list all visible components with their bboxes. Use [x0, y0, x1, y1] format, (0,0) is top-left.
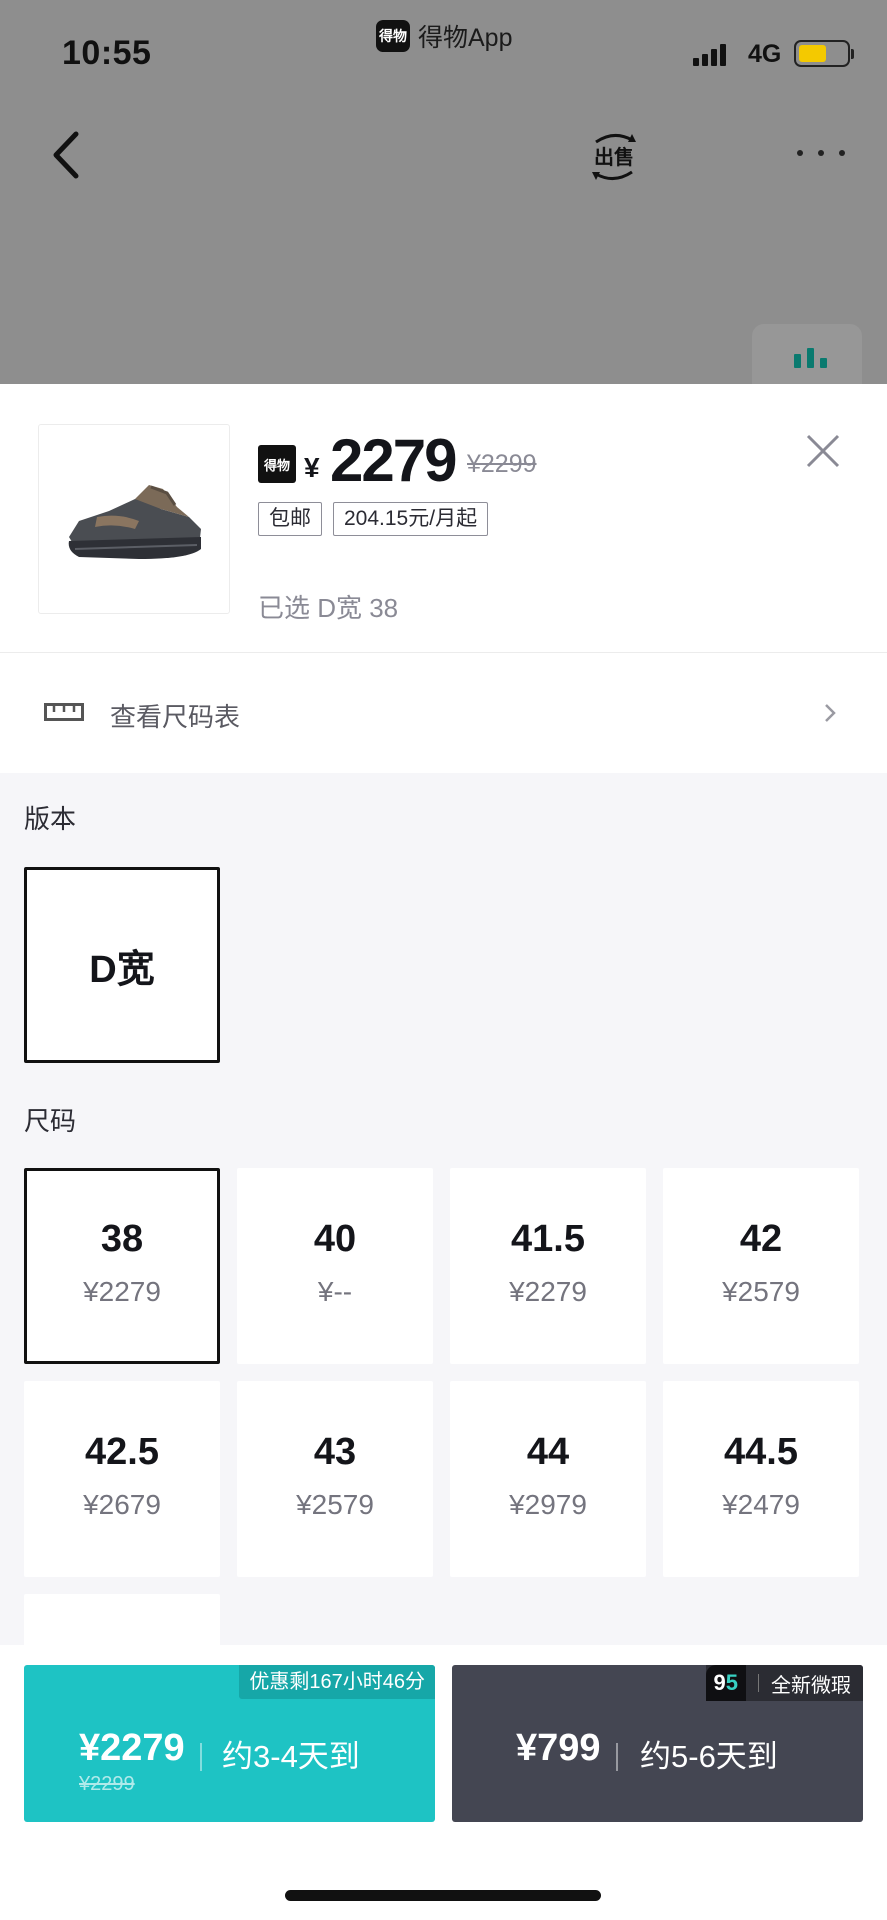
buy-fast-button[interactable]: 优惠剩167小时46分 ¥2279 ¥2299 约3-4天到: [24, 1665, 435, 1822]
size-value: 41.5: [511, 1218, 585, 1260]
size-option[interactable]: 44.5 ¥2479: [663, 1381, 859, 1577]
close-icon[interactable]: [800, 428, 846, 474]
network-type: 4G: [748, 40, 782, 68]
size-price: ¥2579: [296, 1489, 374, 1520]
fast-eta: 约3-4天到: [222, 1739, 360, 1774]
buy-used-button[interactable]: 95 全新微瑕 ¥799 约5-6天到: [452, 1665, 863, 1822]
size-price: ¥2279: [83, 1276, 161, 1307]
sell-label: 出售: [594, 145, 634, 169]
home-indicator[interactable]: [285, 1890, 601, 1901]
purchase-bar: 优惠剩167小时46分 ¥2279 ¥2299 约3-4天到 95 全新微瑕 ¥…: [0, 1645, 887, 1920]
size-chart-link[interactable]: 查看尺码表: [0, 653, 887, 773]
size-value: 42.5: [85, 1431, 159, 1473]
size-value: 40: [313, 1218, 357, 1260]
version-option-d-wide[interactable]: D宽: [24, 867, 220, 1063]
size-value: 42: [739, 1218, 783, 1260]
battery-icon: [794, 40, 854, 67]
background-overlay[interactable]: 10:55 得物 得物App 4G 出售: [0, 0, 887, 384]
fast-original-price: ¥2299: [79, 1773, 135, 1795]
used-price: ¥799: [516, 1727, 601, 1769]
product-price: 2279: [330, 427, 457, 494]
product-thumbnail: [38, 424, 230, 614]
status-bar: 10:55 得物 得物App 4G: [0, 0, 887, 100]
size-label: 尺码: [24, 1106, 77, 1136]
separator: [616, 1743, 618, 1771]
condition-text: 全新微瑕: [771, 1674, 851, 1697]
price-currency: ¥: [304, 452, 320, 483]
status-time: 10:55: [62, 34, 152, 72]
free-shipping-tag: 包邮: [258, 502, 322, 536]
more-icon[interactable]: [797, 145, 845, 161]
size-value: 38: [100, 1218, 144, 1260]
app-icon: 得物: [376, 20, 410, 52]
app-indicator: 得物 得物App: [376, 18, 512, 54]
size-price: ¥2279: [509, 1276, 587, 1307]
price-chart-icon[interactable]: [752, 324, 862, 384]
installment-tag: 204.15元/月起: [333, 502, 489, 536]
battery-fill: [799, 45, 826, 62]
95-badge-icon: 95: [705, 1665, 746, 1701]
sell-icon[interactable]: 出售: [590, 128, 638, 184]
condition-badge: 95 全新微瑕: [705, 1665, 863, 1701]
original-price: ¥2299: [467, 450, 537, 478]
size-price: ¥--: [317, 1276, 353, 1307]
size-option[interactable]: 40 ¥--: [237, 1168, 433, 1364]
size-option[interactable]: 43 ¥2579: [237, 1381, 433, 1577]
brand-logo: 得物: [258, 445, 296, 483]
size-price: ¥2579: [722, 1276, 800, 1307]
selected-summary: 已选 D宽 38: [258, 593, 399, 623]
version-label: 版本: [24, 804, 77, 834]
ruler-icon: [44, 703, 84, 721]
size-option[interactable]: 38 ¥2279: [24, 1168, 220, 1364]
size-option[interactable]: 41.5 ¥2279: [450, 1168, 646, 1364]
size-option[interactable]: 42.5 ¥2679: [24, 1381, 220, 1577]
signal-icon: [693, 44, 726, 66]
size-value: 43: [313, 1431, 357, 1473]
app-name: 得物App: [418, 24, 513, 52]
size-price: ¥2479: [722, 1489, 800, 1520]
back-arrow-icon[interactable]: [46, 128, 86, 182]
size-chart-label: 查看尺码表: [110, 702, 241, 732]
sneaker-image: [68, 485, 201, 559]
separator: [200, 1743, 202, 1771]
chevron-right-icon: [825, 704, 836, 722]
size-value: 44.5: [724, 1431, 798, 1473]
size-value: 44: [526, 1431, 570, 1473]
promo-countdown: 优惠剩167小时46分: [239, 1665, 435, 1699]
size-price: ¥2979: [509, 1489, 587, 1520]
size-option[interactable]: 42 ¥2579: [663, 1168, 859, 1364]
used-eta: 约5-6天到: [640, 1739, 778, 1774]
size-price: ¥2679: [83, 1489, 161, 1520]
fast-price: ¥2279: [79, 1727, 185, 1769]
size-option[interactable]: 44 ¥2979: [450, 1381, 646, 1577]
